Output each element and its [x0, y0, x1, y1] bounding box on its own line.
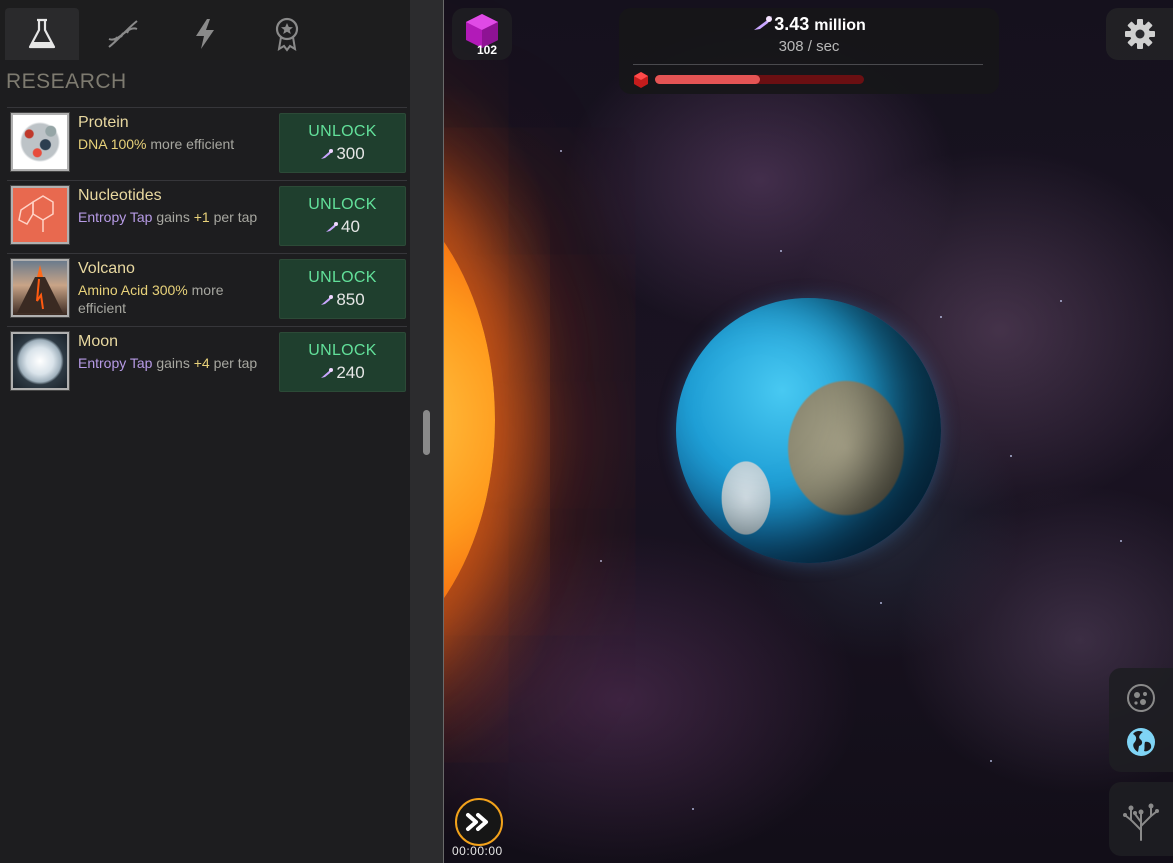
entropy-icon: [321, 294, 334, 305]
cost-value: 240: [336, 362, 365, 382]
research-item-description: Amino Acid 300% more efficient: [78, 281, 268, 317]
unlock-cost: 40: [325, 217, 360, 237]
desc-mid: gains: [156, 209, 190, 225]
flask-icon: [28, 18, 56, 49]
progress-bar: [655, 75, 864, 84]
research-item-description: Entropy Tap gains +1 per tap: [78, 208, 268, 226]
unlock-button-nucleotides[interactable]: UNLOCK 40: [279, 186, 406, 246]
unlock-cost: 850: [320, 289, 365, 310]
research-item-name: Moon: [78, 333, 119, 350]
research-item-name: Protein: [78, 114, 129, 131]
panel-title: RESEARCH: [6, 70, 127, 93]
unlock-label: UNLOCK: [308, 341, 377, 359]
star: [880, 602, 882, 604]
unlock-button-volcano[interactable]: UNLOCK 850: [279, 259, 406, 319]
entropy-rate: 308 / sec: [778, 38, 840, 55]
star: [990, 760, 992, 762]
research-item-name: Volcano: [78, 260, 135, 277]
desc-mid: gains: [156, 355, 190, 371]
star: [1120, 540, 1122, 542]
planet-view-button[interactable]: [1125, 726, 1157, 763]
entropy-unit: million: [814, 17, 866, 34]
research-panel: RESEARCH Protein DNA 100% more efficient…: [0, 0, 410, 863]
desc-amount: +4: [193, 355, 210, 371]
desc-lead: Entropy Tap: [78, 355, 153, 371]
unlock-label: UNLOCK: [308, 195, 377, 213]
tree-icon: [1123, 803, 1159, 841]
panel-divider: [443, 0, 444, 863]
tab-achievements[interactable]: [250, 8, 324, 60]
stats-divider: [633, 64, 983, 65]
entropy-stats-panel: 3.43 million 308 / sec: [619, 8, 999, 94]
tab-dna[interactable]: [86, 8, 160, 60]
desc-amount: 300%: [151, 282, 188, 298]
cell-icon: [1127, 684, 1155, 712]
gear-icon: [1124, 19, 1155, 49]
research-item-name: Nucleotides: [78, 187, 162, 204]
desc-amount: 100%: [110, 136, 147, 152]
unlock-button-moon[interactable]: UNLOCK 240: [279, 332, 406, 392]
unlock-cost: 300: [320, 143, 365, 164]
unlock-label: UNLOCK: [308, 268, 377, 286]
fast-forward-icon: [466, 813, 488, 831]
settings-button[interactable]: [1106, 8, 1173, 60]
dna-icon: [108, 20, 138, 48]
unlock-label: UNLOCK: [308, 122, 377, 140]
research-item-nucleotides: Nucleotides Entropy Tap gains +1 per tap…: [7, 180, 407, 253]
unlock-button-protein[interactable]: UNLOCK 300: [279, 113, 406, 173]
nucleotides-thumbnail: [11, 186, 69, 244]
star: [1060, 300, 1062, 302]
cost-value: 850: [336, 289, 365, 309]
volcano-thumbnail: [11, 259, 69, 317]
desc-lead: DNA: [78, 136, 107, 152]
cell-view-button[interactable]: [1125, 682, 1157, 719]
research-item-protein: Protein DNA 100% more efficient UNLOCK 3…: [7, 107, 407, 180]
desc-lead: Entropy Tap: [78, 209, 153, 225]
volcano-icon: [17, 265, 63, 313]
star: [560, 150, 562, 152]
view-switch: [1109, 668, 1173, 772]
red-gem-icon: [634, 72, 648, 88]
gem-count: 102: [477, 43, 498, 57]
panel-tab-bar: [0, 0, 410, 60]
evolution-tree-button[interactable]: [1109, 782, 1173, 856]
research-item-moon: Moon Entropy Tap gains +4 per tap UNLOCK…: [7, 326, 407, 399]
globe-icon: [1127, 728, 1155, 756]
tab-energy[interactable]: [168, 8, 242, 60]
star: [780, 250, 782, 252]
star: [940, 316, 942, 318]
research-item-description: Entropy Tap gains +4 per tap: [78, 354, 268, 372]
progress-bar-fill: [655, 75, 760, 84]
research-item-description: DNA 100% more efficient: [78, 135, 268, 153]
entropy-icon: [321, 367, 334, 378]
lightning-icon: [196, 19, 214, 49]
molecule-icon: [18, 195, 54, 232]
tab-research[interactable]: [5, 8, 79, 60]
protein-thumbnail: [11, 113, 69, 171]
desc-rest: more efficient: [150, 136, 235, 152]
unlock-cost: 240: [320, 362, 365, 383]
research-item-volcano: Volcano Amino Acid 300% more efficient U…: [7, 253, 407, 326]
moon-thumbnail: [11, 332, 69, 390]
desc-amount: +1: [193, 209, 210, 225]
entropy-icon: [321, 148, 334, 159]
star: [600, 560, 602, 562]
cost-value: 300: [336, 143, 365, 163]
desc-rest: per tap: [213, 355, 258, 371]
entropy-value: 3.43: [774, 14, 810, 34]
cost-value: 40: [341, 216, 360, 236]
entropy-icon: [754, 16, 773, 30]
panel-resize-handle[interactable]: [423, 410, 430, 455]
entropy-total: 3.43 million: [619, 14, 999, 35]
planet-earth[interactable]: [676, 298, 941, 563]
award-icon: [275, 17, 299, 52]
star: [1010, 455, 1012, 457]
entropy-icon: [326, 221, 339, 232]
desc-lead: Amino Acid: [78, 282, 149, 298]
star: [692, 808, 694, 810]
fast-forward-button[interactable]: [455, 798, 503, 846]
desc-rest: per tap: [213, 209, 258, 225]
fast-forward-timer: 00:00:00: [452, 844, 503, 858]
